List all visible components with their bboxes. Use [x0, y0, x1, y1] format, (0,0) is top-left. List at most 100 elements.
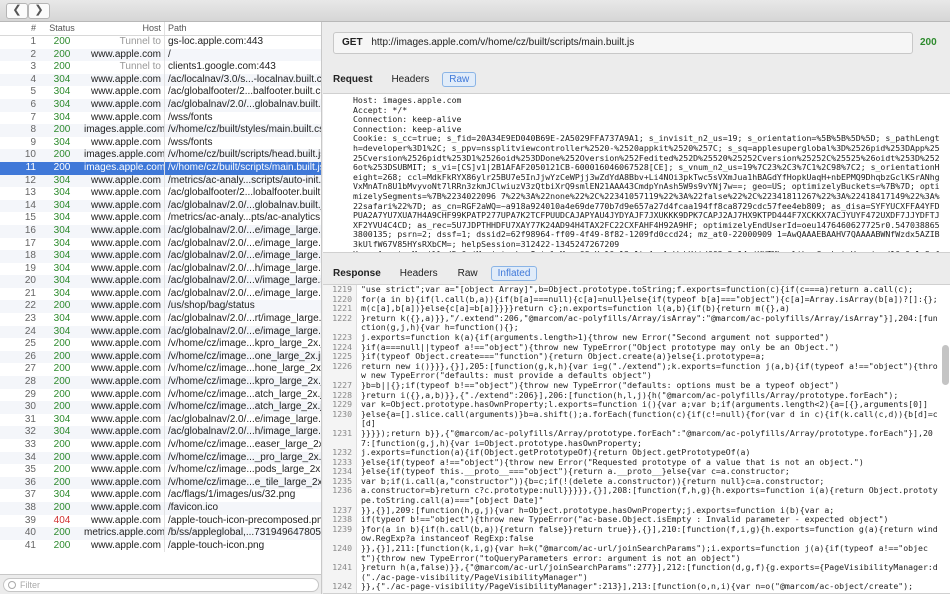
row-path: /ac/globalnav/2.0/...e/image_large.svg: [164, 287, 321, 301]
table-row[interactable]: 2 200 www.apple.com /: [0, 48, 321, 62]
row-number: 39: [24, 514, 36, 526]
table-row[interactable]: 7 304 www.apple.com/wss/fonts: [0, 111, 321, 125]
row-number: 28: [24, 376, 36, 388]
row-status: 200: [53, 476, 71, 488]
table-row[interactable]: 11 200 images.apple.com/v/home/cz/built/sc…: [0, 161, 321, 175]
table-row[interactable]: 28 200 www.apple.com/v/home/cz/image...kpr…: [0, 376, 321, 389]
row-status: 304: [53, 325, 71, 337]
column-header-number[interactable]: #: [0, 22, 40, 35]
row-number: 4: [30, 73, 36, 85]
table-row[interactable]: 30 200 www.apple.com/v/home/cz/image...atc…: [0, 401, 321, 414]
row-number: 22: [24, 300, 36, 312]
table-row[interactable]: 32 304 www.apple.com/ac/globalnav/2.0/...h…: [0, 426, 321, 439]
row-status: 304: [53, 426, 71, 438]
table-row[interactable]: 18 304 www.apple.com/ac/globalnav/2.0/...e…: [0, 250, 321, 263]
row-number: 15: [24, 212, 36, 224]
back-button[interactable]: ❮: [6, 3, 28, 19]
line-number: 1230: [323, 409, 357, 429]
row-number: 24: [24, 325, 36, 337]
tab-request-raw[interactable]: Raw: [442, 71, 477, 87]
table-row[interactable]: 34 200 www.apple.com/v/home/cz/image..._pr…: [0, 451, 321, 465]
table-row[interactable]: 35 200 www.apple.com/v/home/cz/image...pod…: [0, 464, 321, 477]
table-row[interactable]: 22 200 www.apple.com/us/shop/bag/status: [0, 300, 321, 314]
table-row[interactable]: 25 200 www.apple.com/v/home/cz/image...kpr…: [0, 338, 321, 351]
table-row[interactable]: 29 200 www.apple.com/v/home/cz/image...atc…: [0, 388, 321, 402]
filter-placeholder: Filter: [20, 580, 40, 590]
row-status: 304: [53, 98, 71, 110]
tab-response-headers[interactable]: Headers: [393, 266, 445, 281]
table-row[interactable]: 15 304 www.apple.com/metrics/ac-analy...pt…: [0, 212, 321, 225]
search-icon: [8, 581, 16, 589]
table-row[interactable]: 4 304 www.apple.com/ac/localnav/3.0/s...-l…: [0, 73, 321, 87]
table-row[interactable]: 39 404 www.apple.com/apple-touch-icon-prec…: [0, 514, 321, 528]
code-text: }return h(a,false)}},{"@marcom/ac-url/jo…: [361, 562, 938, 582]
forward-button[interactable]: ❯: [28, 3, 50, 19]
column-header-path[interactable]: Path: [164, 22, 321, 35]
row-status: 304: [53, 250, 71, 262]
table-row[interactable]: 40 200 metrics.apple.com/b/ss/appleglobal,…: [0, 527, 321, 540]
tab-response-raw[interactable]: Raw: [451, 266, 485, 281]
row-path: /ac/globalnav/2.0/...rt/image_large.svg: [164, 313, 321, 326]
row-host: www.apple.com: [90, 275, 161, 287]
table-row[interactable]: 31 304 www.apple.com/ac/globalnav/2.0/...e…: [0, 413, 321, 427]
table-row[interactable]: 6 304 www.apple.com/ac/globalnav/2.0/...gl…: [0, 98, 321, 112]
row-status: 304: [53, 187, 71, 199]
table-row[interactable]: 14 304 www.apple.com/ac/globalnav/2.0/...g…: [0, 199, 321, 213]
row-host: www.apple.com: [90, 489, 161, 501]
table-row[interactable]: 26 200 www.apple.com/v/home/cz/image...one…: [0, 350, 321, 364]
table-row[interactable]: 24 304 www.apple.com/ac/globalnav/2.0/...e…: [0, 325, 321, 339]
filter-input[interactable]: Filter: [3, 578, 319, 592]
column-header-host[interactable]: Host: [84, 22, 164, 35]
response-scrollbar[interactable]: [942, 345, 949, 385]
row-status: 200: [53, 376, 71, 388]
row-status: 200: [53, 464, 71, 476]
table-row[interactable]: 16 304 www.apple.com/ac/globalnav/2.0/...e…: [0, 224, 321, 238]
row-number: 40: [24, 527, 36, 539]
tab-response-inflated[interactable]: Inflated: [490, 265, 538, 281]
row-number: 31: [24, 413, 36, 425]
row-host: www.apple.com: [90, 514, 161, 526]
table-row[interactable]: 12 304 www.apple.com/metrics/ac-analy...sc…: [0, 174, 321, 188]
row-status: 200: [53, 388, 71, 400]
row-host: www.apple.com: [90, 439, 161, 450]
row-host: Tunnel to: [119, 36, 161, 47]
column-header-status[interactable]: Status: [40, 22, 84, 35]
row-path: /ac/localnav/3.0/s...-localnav.built.css: [164, 73, 321, 87]
table-row[interactable]: 20 304 www.apple.com/ac/globalnav/2.0/...v…: [0, 275, 321, 288]
table-row[interactable]: 9 304 www.apple.com/wss/fonts: [0, 136, 321, 150]
row-path: /metrics/ac-analy...scripts/auto-init.js: [164, 174, 321, 188]
row-path: /v/home/cz/image..._pro_large_2x.jpg: [164, 451, 321, 465]
url-bar[interactable]: GET http://images.apple.com/v/home/cz/bu…: [333, 32, 913, 54]
table-row[interactable]: 1 200 Tunnel to gs-loc.apple.com:443: [0, 36, 321, 49]
table-row[interactable]: 17 304 www.apple.com/ac/globalnav/2.0/...e…: [0, 237, 321, 251]
row-status: 304: [53, 111, 71, 123]
table-row[interactable]: 41 200 www.apple.com/apple-touch-icon.png: [0, 539, 321, 553]
table-row[interactable]: 8 200 images.apple.com/v/home/cz/built/sty…: [0, 124, 321, 137]
row-status: 304: [53, 174, 71, 186]
table-row[interactable]: 36 200 www.apple.com/v/home/cz/image...e_t…: [0, 476, 321, 490]
table-row[interactable]: 3 200 Tunnel to clients1.google.com:443: [0, 61, 321, 74]
table-row[interactable]: 27 200 www.apple.com/v/home/cz/image...hon…: [0, 363, 321, 377]
table-row[interactable]: 13 304 www.apple.com/ac/globalfooter/2...l…: [0, 187, 321, 200]
row-path: /wss/fonts: [164, 111, 321, 125]
table-row[interactable]: 5 304 www.apple.com/ac/globalfooter/2...ba…: [0, 86, 321, 99]
table-row[interactable]: 38 200 www.apple.com/favicon.ico: [0, 501, 321, 515]
table-row[interactable]: 19 304 www.apple.com/ac/globalnav/2.0/...h…: [0, 262, 321, 276]
table-row[interactable]: 33 200 www.apple.com/v/home/cz/image...eas…: [0, 439, 321, 452]
table-row[interactable]: 23 304 www.apple.com/ac/globalnav/2.0/...r…: [0, 313, 321, 326]
row-number: 41: [24, 539, 36, 551]
row-status: 200: [53, 451, 71, 463]
row-host: images.apple.com: [84, 124, 164, 136]
table-row[interactable]: 10 200 images.apple.com/v/home/cz/built/sc…: [0, 149, 321, 162]
row-number: 19: [24, 262, 36, 274]
row-number: 7: [30, 111, 36, 123]
tab-request-headers[interactable]: Headers: [384, 72, 436, 87]
row-path: gs-loc.apple.com:443: [164, 36, 321, 49]
row-status: 200: [53, 527, 71, 539]
row-path: /wss/fonts: [164, 136, 321, 150]
code-text: return new i()}}},{}],205:[function(g,k,…: [361, 360, 938, 381]
table-row[interactable]: 21 304 www.apple.com/ac/globalnav/2.0/...e…: [0, 287, 321, 301]
row-number: 38: [24, 501, 36, 513]
detail-panel: GET http://images.apple.com/v/home/cz/bu…: [323, 22, 950, 594]
table-row[interactable]: 37 304 www.apple.com/ac/flags/1/images/us/…: [0, 489, 321, 502]
